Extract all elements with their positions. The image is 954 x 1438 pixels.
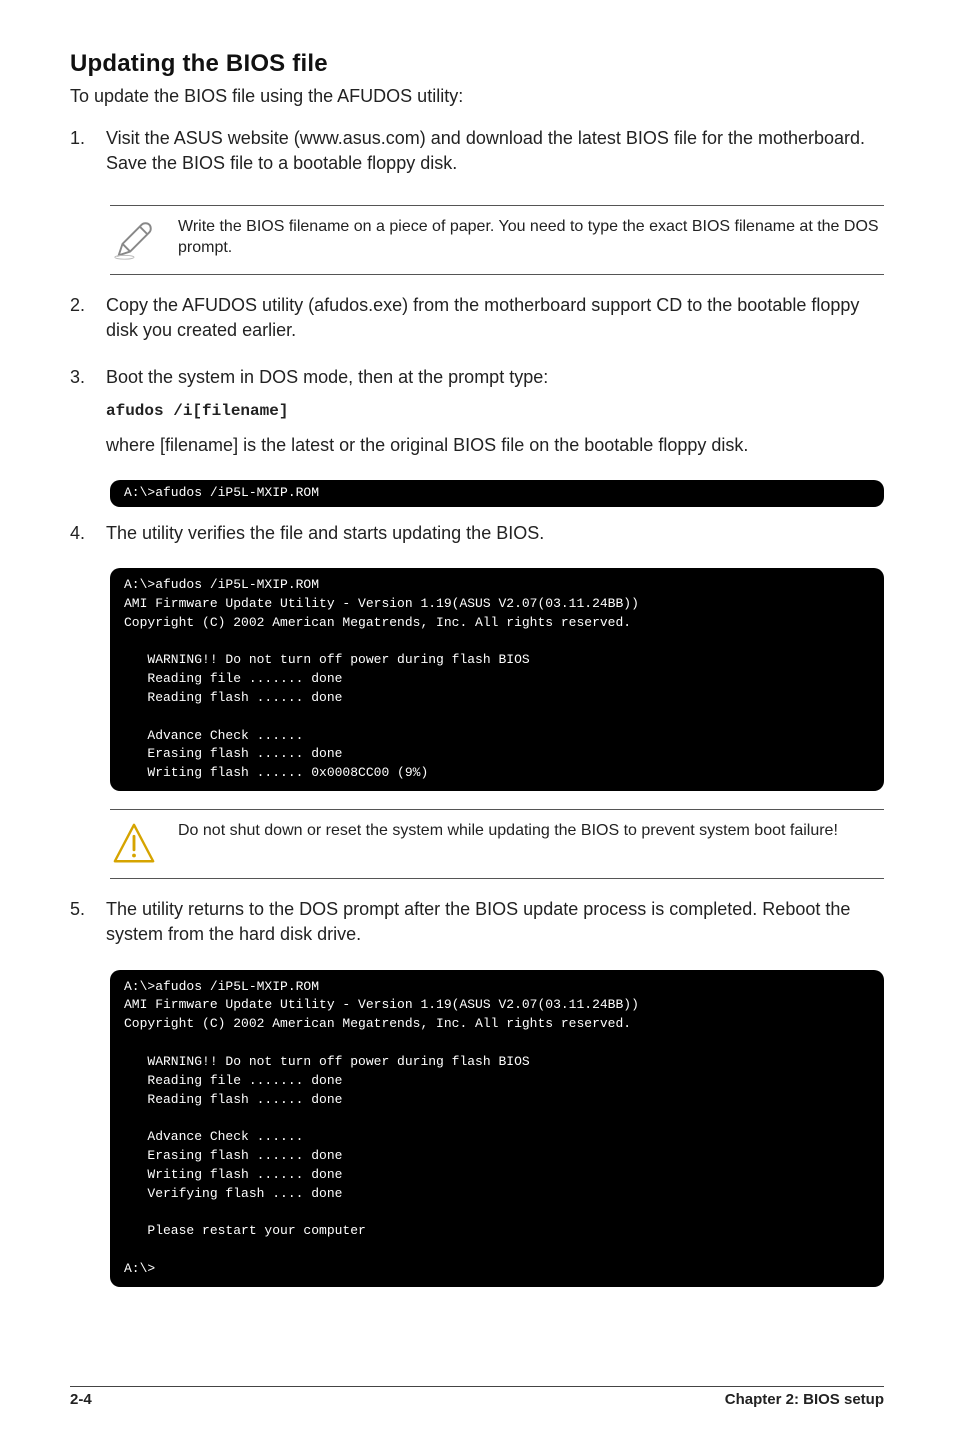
note-text: Do not shut down or reset the system whi… (178, 820, 838, 842)
step-4: 4. The utility verifies the file and sta… (70, 521, 884, 556)
step-text: where [filename] is the latest or the or… (106, 433, 884, 458)
step-text: Copy the AFUDOS utility (afudos.exe) fro… (106, 293, 884, 343)
step-3: 3. Boot the system in DOS mode, then at … (70, 365, 884, 468)
step-5: 5. The utility returns to the DOS prompt… (70, 897, 884, 957)
section-heading: Updating the BIOS file (70, 50, 884, 78)
terminal-output-2: A:\>afudos /iP5L-MXIP.ROM AMI Firmware U… (110, 568, 884, 791)
note-text: Write the BIOS filename on a piece of pa… (178, 216, 884, 259)
note-pencil: Write the BIOS filename on a piece of pa… (110, 205, 884, 275)
step-text: Boot the system in DOS mode, then at the… (106, 365, 884, 390)
step-number: 3. (70, 365, 106, 468)
intro-text: To update the BIOS file using the AFUDOS… (70, 84, 884, 108)
note-caution: Do not shut down or reset the system whi… (110, 809, 884, 879)
terminal-output-1: A:\>afudos /iP5L-MXIP.ROM (110, 480, 884, 507)
step-text: The utility verifies the file and starts… (106, 521, 884, 546)
step-number: 5. (70, 897, 106, 957)
command-text: afudos /i[filename] (106, 400, 884, 422)
step-number: 1. (70, 126, 106, 186)
pencil-icon (110, 216, 158, 264)
page-number: 2-4 (70, 1391, 92, 1408)
terminal-output-3: A:\>afudos /iP5L-MXIP.ROM AMI Firmware U… (110, 970, 884, 1288)
chapter-title: Chapter 2: BIOS setup (725, 1391, 884, 1408)
step-1: 1. Visit the ASUS website (www.asus.com)… (70, 126, 884, 186)
step-text: Visit the ASUS website (www.asus.com) an… (106, 126, 884, 176)
caution-icon (110, 820, 158, 868)
step-number: 4. (70, 521, 106, 556)
step-text: The utility returns to the DOS prompt af… (106, 897, 884, 947)
step-2: 2. Copy the AFUDOS utility (afudos.exe) … (70, 293, 884, 353)
step-number: 2. (70, 293, 106, 353)
page-footer: 2-4 Chapter 2: BIOS setup (70, 1386, 884, 1408)
